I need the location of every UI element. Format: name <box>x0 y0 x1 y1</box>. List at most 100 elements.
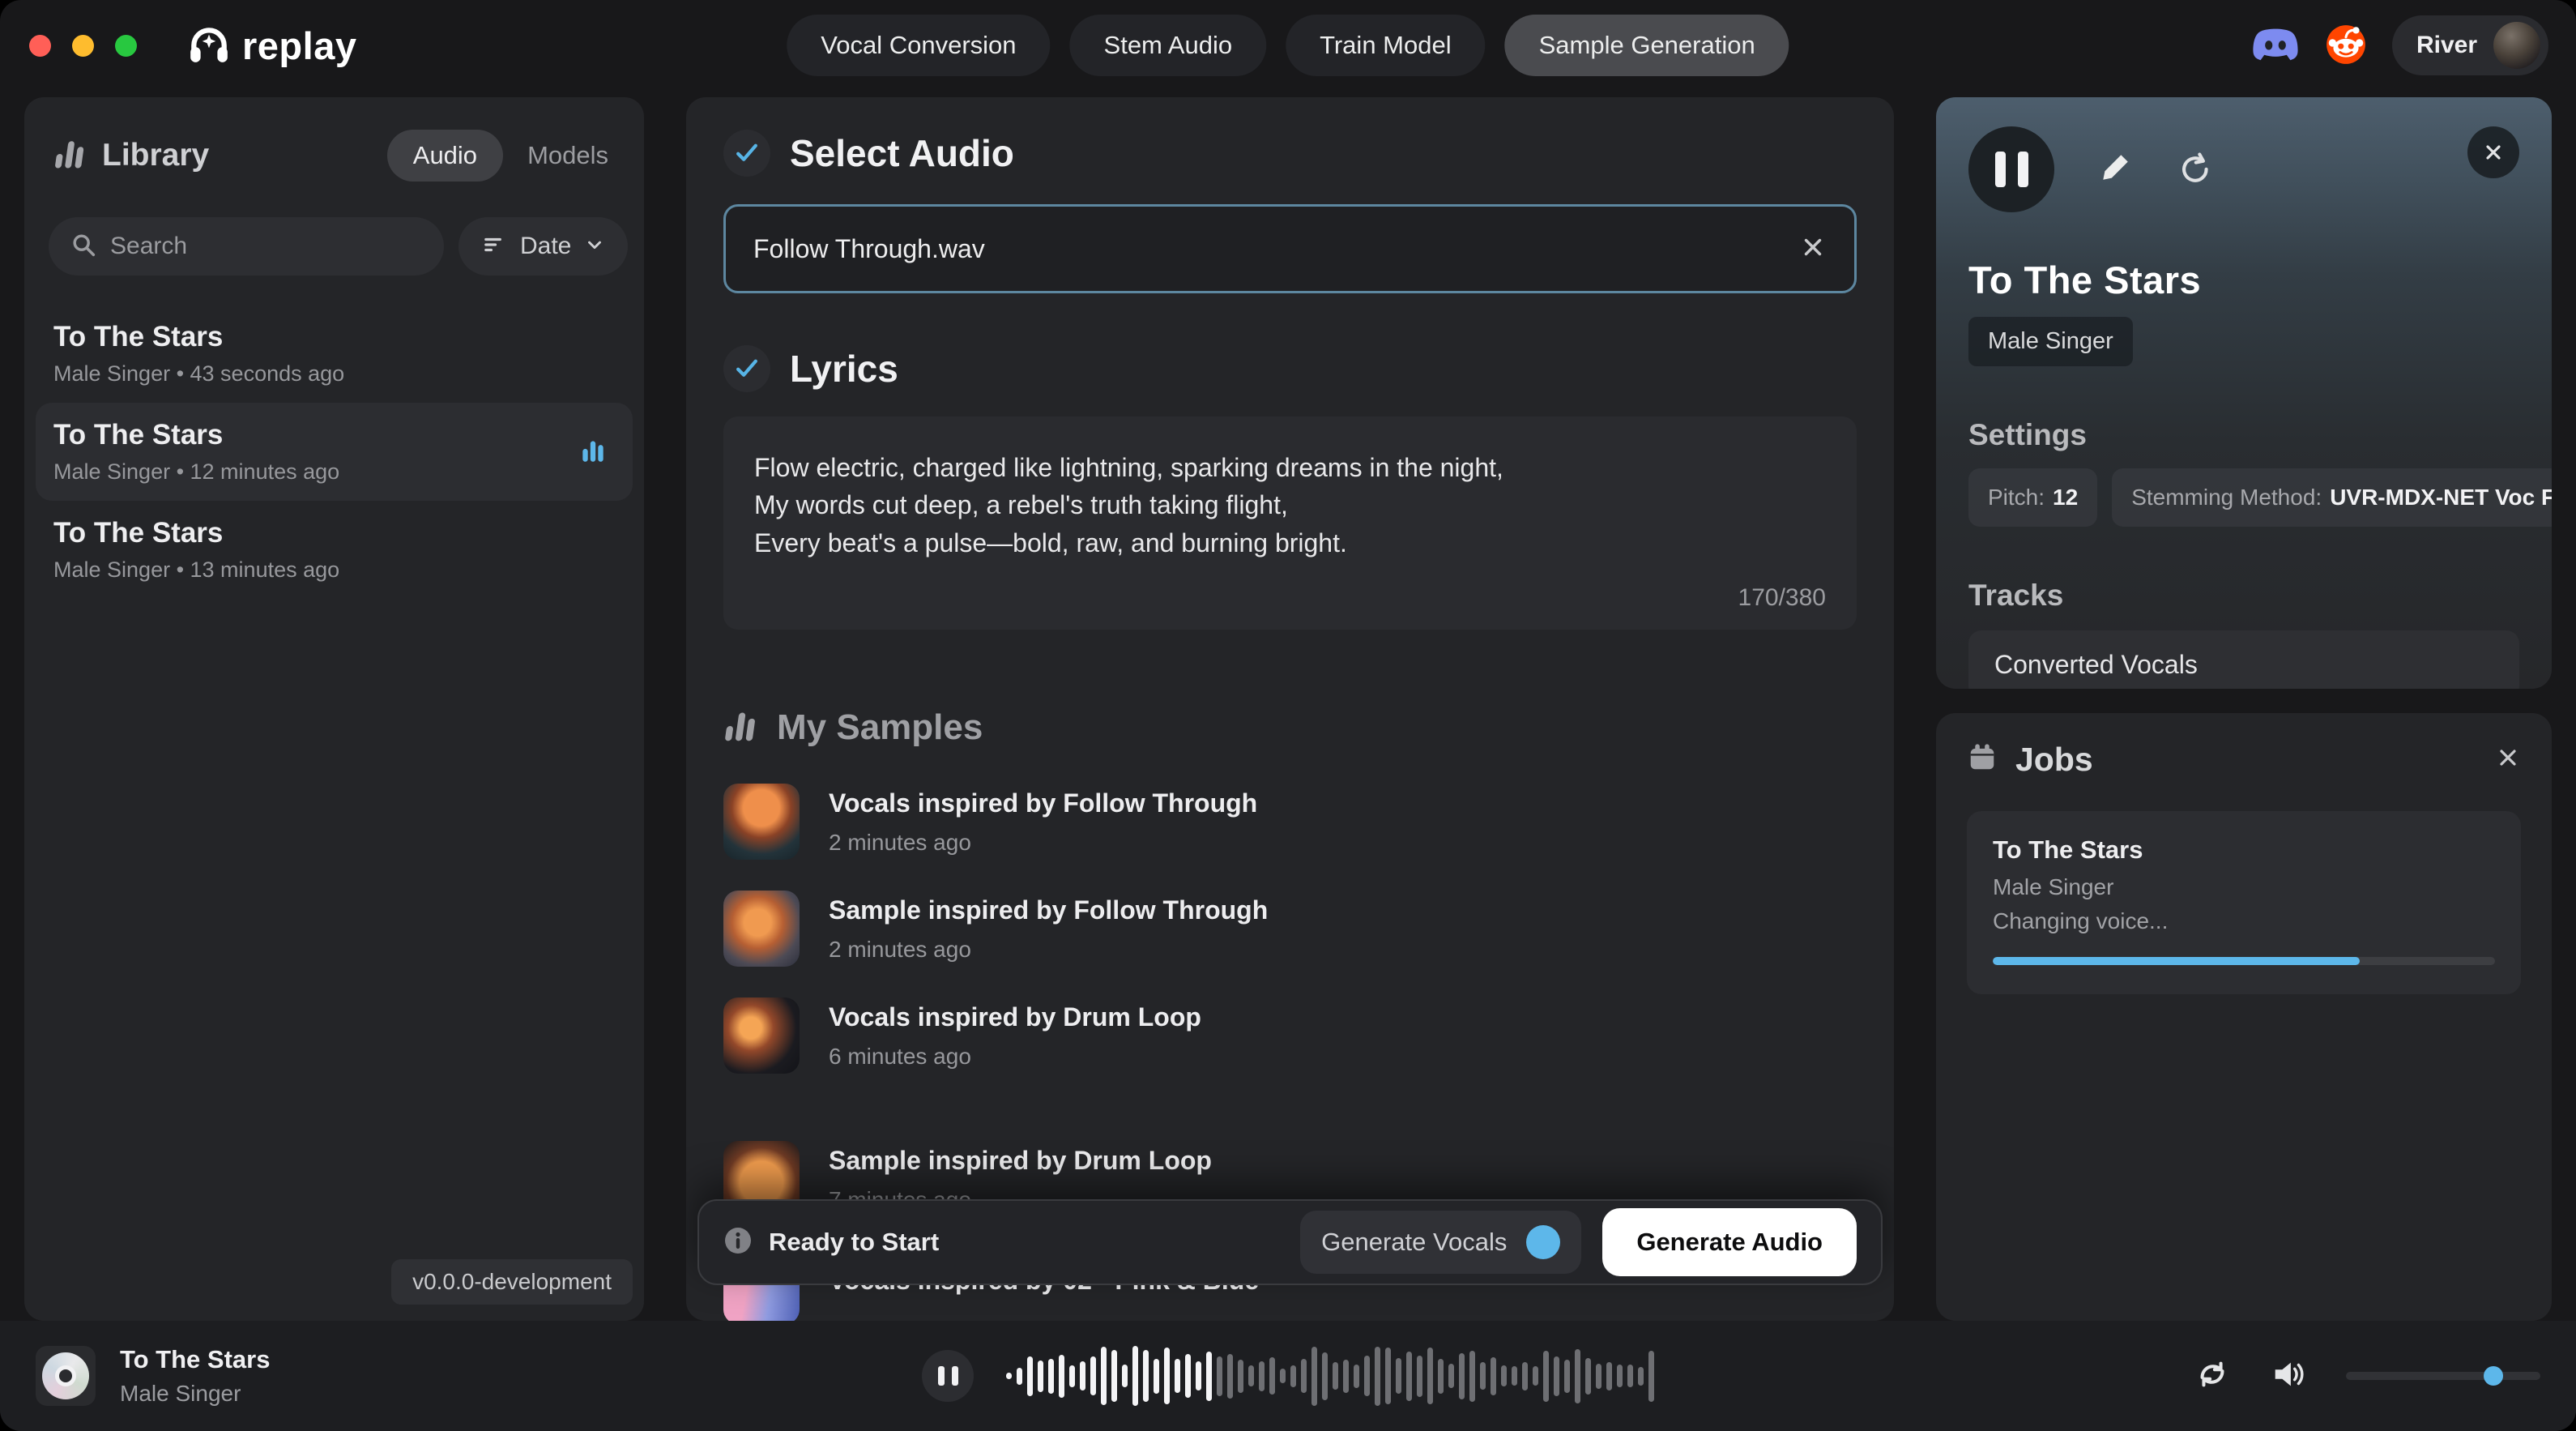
my-samples-heading: My Samples <box>777 707 983 748</box>
lyric-line: Every beat's a pulse—bold, raw, and burn… <box>754 524 1826 562</box>
library-search[interactable] <box>49 217 444 276</box>
sample-time: 6 minutes ago <box>829 1044 1201 1070</box>
status-text: Ready to Start <box>769 1228 939 1257</box>
volume-knob[interactable] <box>2484 1366 2503 1386</box>
lyric-line: My words cut deep, a rebel's truth takin… <box>754 486 1826 523</box>
track-row[interactable]: Converted Vocals <box>1968 630 2519 689</box>
library-item-subtitle: Male Singer • 12 minutes ago <box>53 459 615 485</box>
select-audio-check-icon <box>723 130 770 177</box>
close-window-button[interactable] <box>29 35 51 57</box>
library-title: Library <box>102 138 209 173</box>
sample-item[interactable]: Sample inspired by Follow Through 2 minu… <box>723 891 1857 967</box>
user-menu[interactable]: River <box>2392 15 2548 75</box>
library-item-title: To The Stars <box>53 517 615 549</box>
generation-footer: Ready to Start Generate Vocals Generate … <box>697 1199 1883 1285</box>
close-jobs-button[interactable] <box>2495 745 2521 775</box>
user-name: River <box>2416 32 2477 59</box>
generate-audio-button[interactable]: Generate Audio <box>1602 1208 1857 1276</box>
tab-label: Train Model <box>1320 31 1452 60</box>
audio-toggle[interactable]: Audio <box>387 130 503 182</box>
user-avatar <box>2493 22 2540 69</box>
transport-bar: To The Stars Male Singer <box>0 1321 2576 1431</box>
tab[interactable]: Sample Generation <box>1505 15 1789 76</box>
reddit-icon[interactable] <box>2324 22 2368 70</box>
select-audio-heading: Select Audio <box>790 131 1014 175</box>
cd-disc-icon <box>36 1346 96 1406</box>
sample-time: 2 minutes ago <box>829 937 1268 963</box>
search-icon <box>70 231 97 263</box>
selected-audio-input[interactable]: Follow Through.wav <box>723 204 1857 293</box>
top-bar: replay Vocal Conversion Stem Audio Train… <box>0 0 2576 91</box>
generate-vocals-label: Generate Vocals <box>1321 1228 1507 1257</box>
sample-artwork <box>723 784 800 860</box>
library-item-title: To The Stars <box>53 321 615 353</box>
job-title: To The Stars <box>1993 835 2495 865</box>
now-playing-equalizer-icon <box>578 434 608 469</box>
library-item-subtitle: Male Singer • 13 minutes ago <box>53 557 615 583</box>
headphones-icon <box>187 22 231 70</box>
search-input[interactable] <box>110 233 423 260</box>
sample-artwork <box>723 997 800 1074</box>
sample-title: Sample inspired by Drum Loop <box>829 1146 1212 1176</box>
app-window: replay Vocal Conversion Stem Audio Train… <box>0 0 2576 1431</box>
tracks-heading: Tracks <box>1968 579 2519 613</box>
discord-icon[interactable] <box>2251 25 2300 66</box>
sample-item[interactable]: Vocals inspired by Follow Through 2 minu… <box>723 784 1857 860</box>
models-toggle[interactable]: Models <box>527 141 608 170</box>
voice-model-tag: Male Singer <box>1968 317 2133 366</box>
zoom-window-button[interactable] <box>115 35 137 57</box>
tab[interactable]: Stem Audio <box>1070 15 1267 76</box>
close-player-button[interactable] <box>2467 126 2519 178</box>
pitch-setting: Pitch:12 <box>1968 468 2097 527</box>
character-counter: 170/380 <box>754 584 1826 612</box>
sort-label: Date <box>520 233 571 260</box>
sample-generation-panel: Select Audio Follow Through.wav Lyrics <box>686 97 1894 1321</box>
app-name: replay <box>242 23 356 68</box>
version-badge: v0.0.0-development <box>391 1259 633 1305</box>
settings-heading: Settings <box>1968 418 2519 452</box>
library-item[interactable]: To The Stars Male Singer • 12 minutes ag… <box>36 403 633 501</box>
sample-title: Vocals inspired by Follow Through <box>829 788 1257 818</box>
volume-icon[interactable] <box>2270 1356 2307 1397</box>
lyrics-heading: Lyrics <box>790 347 898 391</box>
transport-track-title: To The Stars <box>120 1345 270 1374</box>
repeat-icon[interactable] <box>2194 1356 2231 1397</box>
toggle-knob <box>1526 1225 1560 1259</box>
sample-artwork <box>723 891 800 967</box>
pause-button[interactable] <box>1968 126 2054 212</box>
clear-audio-button[interactable] <box>1799 233 1827 265</box>
job-progress-bar <box>1993 957 2495 965</box>
edit-pencil-icon[interactable] <box>2098 151 2132 189</box>
sample-time: 2 minutes ago <box>829 830 1257 856</box>
library-item-title: To The Stars <box>53 419 615 451</box>
sample-title: Sample inspired by Follow Through <box>829 895 1268 925</box>
tab[interactable]: Vocal Conversion <box>787 15 1050 76</box>
job-subtitle: Male Singer <box>1993 874 2495 900</box>
transport-pause-button[interactable] <box>922 1350 974 1402</box>
regenerate-icon[interactable] <box>2176 150 2211 190</box>
track-label: Converted Vocals <box>1994 650 2198 680</box>
info-icon <box>723 1226 753 1259</box>
tab-label: Sample Generation <box>1539 31 1755 60</box>
tab[interactable]: Train Model <box>1286 15 1486 76</box>
jobs-heading: Jobs <box>2015 741 2093 779</box>
generate-vocals-toggle[interactable]: Generate Vocals <box>1300 1211 1581 1274</box>
volume-slider[interactable] <box>2346 1372 2540 1380</box>
tab-label: Stem Audio <box>1104 31 1233 60</box>
library-item[interactable]: To The Stars Male Singer • 43 seconds ag… <box>24 305 644 403</box>
jobs-panel: Jobs To The Stars Male Singer Changing v… <box>1936 713 2552 1321</box>
now-playing-title: To The Stars <box>1968 258 2519 302</box>
waveform[interactable] <box>1006 1337 1654 1415</box>
now-playing-card: To The Stars Male Singer Settings Pitch:… <box>1936 97 2552 689</box>
transport-track-subtitle: Male Singer <box>120 1381 270 1407</box>
lyrics-textarea[interactable]: Flow electric, charged like lightning, s… <box>723 416 1857 630</box>
sample-item[interactable]: Vocals inspired by Drum Loop 6 minutes a… <box>723 997 1857 1074</box>
library-item-subtitle: Male Singer • 43 seconds ago <box>53 361 615 387</box>
library-mode-toggle: Audio Models <box>387 130 615 182</box>
tab-label: Vocal Conversion <box>821 31 1016 60</box>
library-bars-icon <box>53 137 87 175</box>
library-item[interactable]: To The Stars Male Singer • 13 minutes ag… <box>24 501 644 599</box>
minimize-window-button[interactable] <box>72 35 94 57</box>
sort-dropdown[interactable]: Date <box>458 217 628 276</box>
sort-icon <box>481 232 507 262</box>
